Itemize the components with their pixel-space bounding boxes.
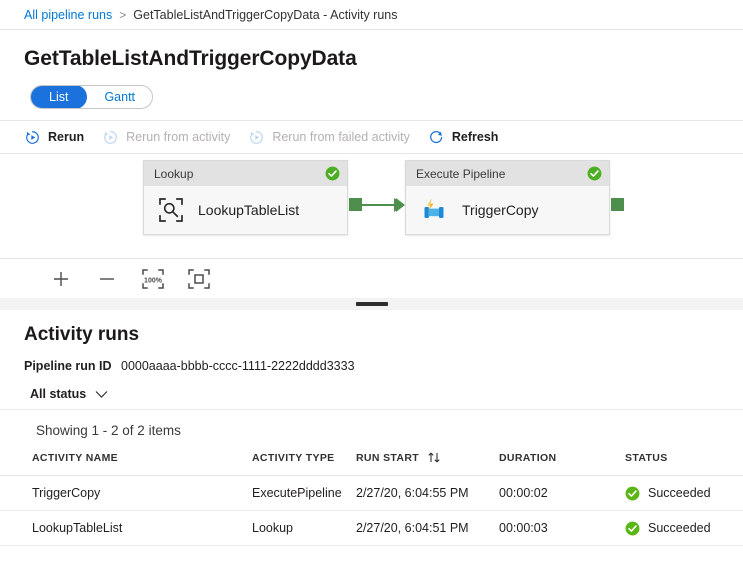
canvas-node-execute-pipeline-name: TriggerCopy <box>462 202 539 218</box>
showing-count: Showing 1 - 2 of 2 items <box>0 410 743 438</box>
splitter-grip[interactable] <box>356 302 388 306</box>
lookup-icon <box>158 197 184 223</box>
status-filter-label: All status <box>30 387 86 401</box>
breadcrumb: All pipeline runs > GetTableListAndTrigg… <box>0 0 743 30</box>
breadcrumb-current: GetTableListAndTriggerCopyData - Activit… <box>133 8 397 22</box>
command-bar: Rerun Rerun from activity Rerun from fai… <box>0 120 743 154</box>
cell-status: Succeeded <box>625 511 743 546</box>
pipeline-canvas[interactable]: Lookup LookupTableList Execute Pipeline <box>0 154 743 258</box>
cell-activity-type: ExecutePipeline <box>252 476 356 511</box>
rerun-button-label: Rerun <box>48 131 84 144</box>
canvas-node-execute-pipeline[interactable]: Execute Pipeline TriggerCopy <box>405 160 610 235</box>
table-header-row: ACTIVITY NAME ACTIVITY TYPE RUN START DU… <box>0 452 743 476</box>
cell-run-start: 2/27/20, 6:04:55 PM <box>356 476 499 511</box>
rerun-icon <box>24 129 41 146</box>
canvas-node-lookup-header: Lookup <box>144 161 347 186</box>
cell-duration: 00:00:02 <box>499 476 625 511</box>
table-row[interactable]: LookupTableList Lookup 2/27/20, 6:04:51 … <box>0 511 743 546</box>
filter-row: All status <box>0 387 743 410</box>
activity-runs-title: Activity runs <box>0 310 743 346</box>
breadcrumb-link-all-pipeline-runs[interactable]: All pipeline runs <box>24 8 112 22</box>
rerun-from-failed-activity-button[interactable]: Rerun from failed activity <box>248 121 410 153</box>
rerun-from-failed-activity-button-label: Rerun from failed activity <box>272 131 410 144</box>
cell-run-start: 2/27/20, 6:04:51 PM <box>356 511 499 546</box>
pipeline-run-id-label: Pipeline run ID <box>24 359 112 373</box>
rerun-from-failed-activity-icon <box>248 129 265 146</box>
canvas-node-lookup[interactable]: Lookup LookupTableList <box>143 160 348 235</box>
success-check-icon <box>587 166 602 181</box>
column-header-duration[interactable]: DURATION <box>499 452 625 476</box>
view-toggle-list[interactable]: List <box>30 85 87 109</box>
column-header-activity-name[interactable]: ACTIVITY NAME <box>0 452 252 476</box>
zoom-100-percent-icon: 100% <box>141 268 165 290</box>
zoom-in-button[interactable] <box>44 266 78 292</box>
plus-icon <box>51 269 71 289</box>
rerun-button[interactable]: Rerun <box>24 121 84 153</box>
refresh-button[interactable]: Refresh <box>428 121 499 153</box>
zoom-reset-button[interactable]: 100% <box>136 266 170 292</box>
success-check-icon <box>325 166 340 181</box>
minus-icon <box>97 269 117 289</box>
cell-duration: 00:00:03 <box>499 511 625 546</box>
column-header-status[interactable]: STATUS <box>625 452 743 476</box>
canvas-node-lookup-body: LookupTableList <box>144 186 347 234</box>
view-toggle-container: List Gantt <box>0 71 743 109</box>
execute-pipeline-icon <box>420 197 448 223</box>
cell-activity-name: TriggerCopy <box>0 476 252 511</box>
rerun-from-activity-icon <box>102 129 119 146</box>
status-succeeded-icon <box>625 486 640 501</box>
view-toggle[interactable]: List Gantt <box>30 85 153 109</box>
canvas-node-lookup-output-port[interactable] <box>349 198 362 211</box>
canvas-node-lookup-type: Lookup <box>154 167 325 181</box>
breadcrumb-separator: > <box>119 8 126 22</box>
fit-to-screen-icon <box>187 268 211 290</box>
pipeline-run-id-value: 0000aaaa-bbbb-cccc-1111-2222dddd3333 <box>121 359 355 373</box>
sort-arrows-icon <box>427 452 441 463</box>
pipeline-run-id-row: Pipeline run ID 0000aaaa-bbbb-cccc-1111-… <box>0 346 743 373</box>
status-succeeded-icon <box>625 521 640 536</box>
view-toggle-gantt[interactable]: Gantt <box>87 86 152 108</box>
refresh-button-label: Refresh <box>452 131 499 144</box>
canvas-node-lookup-name: LookupTableList <box>198 202 299 218</box>
svg-text:100%: 100% <box>144 277 163 284</box>
table-row[interactable]: TriggerCopy ExecutePipeline 2/27/20, 6:0… <box>0 476 743 511</box>
cell-status: Succeeded <box>625 476 743 511</box>
cell-activity-name: LookupTableList <box>0 511 252 546</box>
page-title: GetTableListAndTriggerCopyData <box>0 30 743 71</box>
canvas-node-execute-pipeline-output-port[interactable] <box>611 198 624 211</box>
canvas-zoom-toolbar: 100% <box>0 258 743 298</box>
cell-activity-type: Lookup <box>252 511 356 546</box>
chevron-down-icon <box>95 390 108 399</box>
rerun-from-activity-button[interactable]: Rerun from activity <box>102 121 230 153</box>
zoom-out-button[interactable] <box>90 266 124 292</box>
status-badge: Succeeded <box>648 521 711 535</box>
rerun-from-activity-button-label: Rerun from activity <box>126 131 230 144</box>
canvas-node-execute-pipeline-header: Execute Pipeline <box>406 161 609 186</box>
column-header-activity-type[interactable]: ACTIVITY TYPE <box>252 452 356 476</box>
activity-runs-table: ACTIVITY NAME ACTIVITY TYPE RUN START DU… <box>0 452 743 546</box>
canvas-edge <box>362 204 396 206</box>
canvas-node-execute-pipeline-type: Execute Pipeline <box>416 167 587 181</box>
fit-to-screen-button[interactable] <box>182 266 216 292</box>
column-header-run-start-label: RUN START <box>356 452 419 464</box>
panel-splitter[interactable] <box>0 298 743 310</box>
refresh-icon <box>428 129 445 146</box>
status-badge: Succeeded <box>648 486 711 500</box>
canvas-node-execute-pipeline-body: TriggerCopy <box>406 186 609 234</box>
canvas-node-execute-pipeline-input-port[interactable] <box>396 198 405 212</box>
column-header-run-start[interactable]: RUN START <box>356 452 499 476</box>
status-filter-dropdown[interactable]: All status <box>30 387 108 401</box>
